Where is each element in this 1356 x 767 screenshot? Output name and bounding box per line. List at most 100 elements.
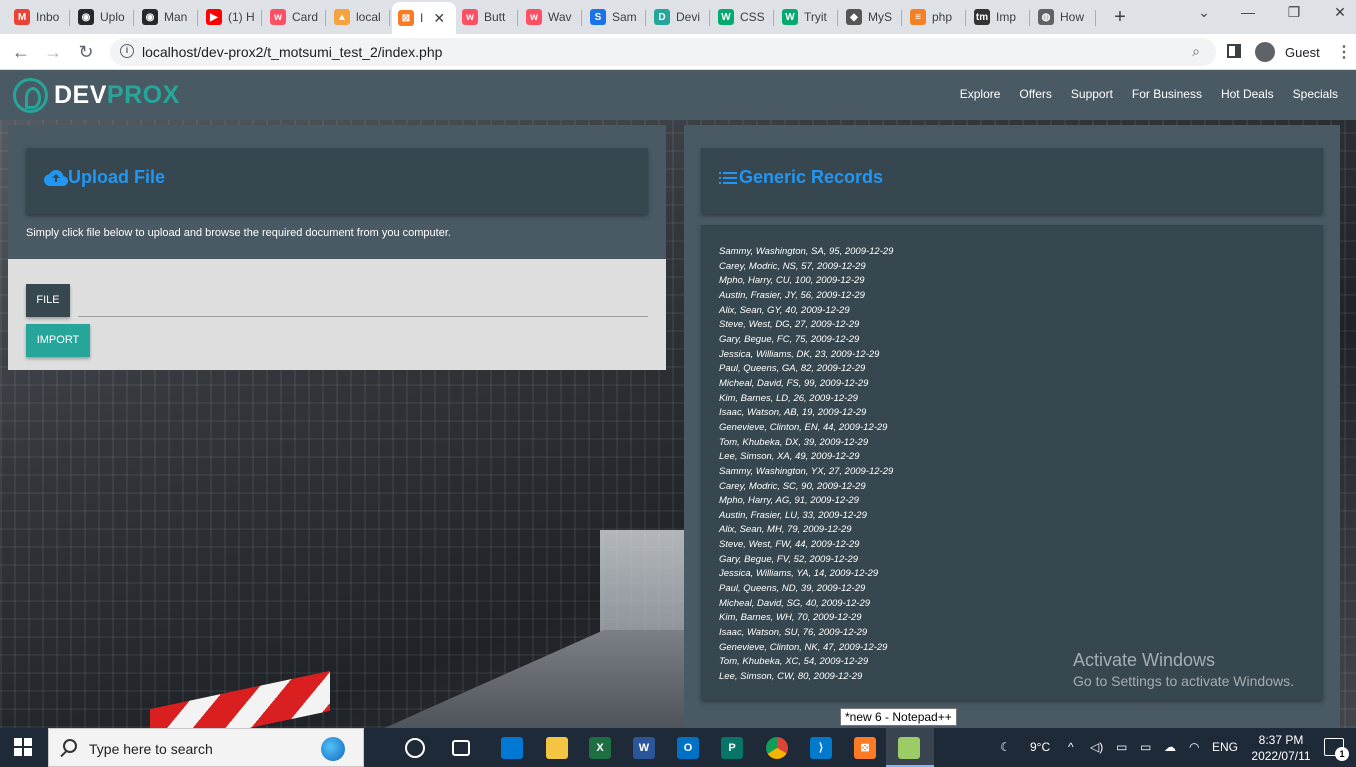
search-placeholder: Type here to search xyxy=(89,741,213,757)
camera-icon[interactable]: ▭ xyxy=(1116,740,1127,754)
browser-tab[interactable]: M Inbo xyxy=(8,2,70,32)
list-icon xyxy=(719,171,737,184)
browser-tab[interactable]: ≡ php xyxy=(904,2,966,32)
record-item: Sammy, Washington, SA, 95, 2009-12-29 xyxy=(719,246,894,257)
browser-tab[interactable]: tm Imp xyxy=(968,2,1030,32)
menu-explore[interactable]: Explore xyxy=(960,87,1001,101)
records-title: Generic Records xyxy=(739,167,884,187)
notification-count: 1 xyxy=(1335,747,1349,761)
search-highlight-icon[interactable] xyxy=(321,737,345,761)
browser-tab[interactable]: ◆ MyS xyxy=(840,2,902,32)
taskbar-tooltip: *new 6 - Notepad++ xyxy=(840,708,957,726)
tab-separator xyxy=(645,10,646,26)
language-indicator[interactable]: ENG xyxy=(1212,740,1238,754)
browser-tab[interactable]: W Tryit xyxy=(776,2,838,32)
tab-label: I xyxy=(420,11,424,25)
notepad-plus-plus-taskbar[interactable] xyxy=(886,728,934,767)
browser-tab[interactable]: ◉ Uplo xyxy=(72,2,134,32)
browser-tab[interactable]: w Card xyxy=(264,2,326,32)
record-item: Isaac, Watson, AB, 19, 2009-12-29 xyxy=(719,407,867,419)
profile-button[interactable]: Guest xyxy=(1252,39,1326,65)
volume-icon[interactable]: ◁) xyxy=(1090,740,1103,754)
menu-for-business[interactable]: For Business xyxy=(1132,87,1202,101)
site-info-icon[interactable]: i xyxy=(120,44,134,58)
file-path-input[interactable] xyxy=(78,316,648,317)
stackoverflow-icon: ≡ xyxy=(910,9,926,25)
new-tab-button[interactable]: + xyxy=(1110,6,1130,29)
records-list-box: Sammy, Washington, SA, 95, 2009-12-29 Car… xyxy=(701,225,1323,700)
side-panel-icon[interactable] xyxy=(1227,44,1241,58)
file-explorer-icon[interactable] xyxy=(546,737,568,759)
browser-tab[interactable]: D Devi xyxy=(648,2,710,32)
tab-search-icon[interactable]: ⌄ xyxy=(1182,4,1226,21)
file-button[interactable]: FILE xyxy=(26,284,70,317)
battery-icon[interactable]: ▭ xyxy=(1140,740,1151,754)
word-icon[interactable]: W xyxy=(633,737,655,759)
chrome-icon[interactable] xyxy=(766,737,788,759)
s-icon: S xyxy=(590,9,606,25)
browser-tab[interactable]: ▶ (1) H xyxy=(200,2,262,32)
upload-card-header: Upload File xyxy=(26,148,648,214)
menu-specials[interactable]: Specials xyxy=(1293,87,1338,101)
project-icon[interactable]: P xyxy=(721,737,743,759)
site-navbar: DEVPROX Explore Offers Support For Busin… xyxy=(0,70,1356,120)
zoom-icon[interactable]: ⌕ xyxy=(1192,43,1200,60)
taskbar-search[interactable]: Type here to search xyxy=(48,728,364,767)
news-icon[interactable] xyxy=(501,737,523,759)
temperature[interactable]: 9°C xyxy=(1030,740,1050,754)
wifi-icon[interactable]: ◠ xyxy=(1189,740,1199,754)
clock-time: 8:37 PM xyxy=(1258,733,1304,747)
browser-tab[interactable]: ⊠ I ✕ xyxy=(392,2,456,34)
browser-tab[interactable]: ◍ How xyxy=(1032,2,1096,32)
record-item: Mpho, Harry, AG, 91, 2009-12-29 xyxy=(719,495,859,507)
site-logo[interactable]: DEVPROX xyxy=(13,78,180,113)
record-item: Micheal, David, FS, 99, 2009-12-29 xyxy=(719,377,869,389)
restore-button[interactable]: ❐ xyxy=(1272,4,1316,21)
cortana-icon[interactable] xyxy=(405,738,425,758)
task-view-icon[interactable] xyxy=(452,740,470,756)
forward-icon[interactable]: → xyxy=(41,40,65,64)
browser-tab[interactable]: w Wav xyxy=(520,2,582,32)
menu-offers[interactable]: Offers xyxy=(1019,87,1051,101)
main-menu: Explore Offers Support For Business Hot … xyxy=(941,87,1338,101)
menu-hot-deals[interactable]: Hot Deals xyxy=(1221,87,1274,101)
xampp-icon[interactable]: ⊠ xyxy=(854,737,876,759)
reload-icon[interactable]: ↻ xyxy=(74,40,98,64)
menu-support[interactable]: Support xyxy=(1071,87,1113,101)
tab-label: How xyxy=(1060,10,1085,24)
record-item: Jessica, Williams, DK, 23, 2009-12-29 xyxy=(719,348,880,360)
excel-icon[interactable]: X xyxy=(589,737,611,759)
browser-tab[interactable]: w Butt xyxy=(456,2,518,32)
browser-toolbar: ← → ↻ i localhost/dev-prox2/t_motsumi_te… xyxy=(0,34,1356,70)
tm-icon: tm xyxy=(974,9,990,25)
network-error-icon[interactable]: ☁ xyxy=(1164,740,1176,754)
record-item: Lee, Simson, CW, 80, 2009-12-29 xyxy=(719,671,863,683)
browser-tab[interactable]: ▲ local xyxy=(328,2,390,32)
record-item: Austin, Frasier, JY, 56, 2009-12-29 xyxy=(719,289,865,301)
tab-separator xyxy=(1095,10,1096,26)
close-window-button[interactable]: ✕ xyxy=(1318,4,1356,21)
upload-form-area xyxy=(8,259,666,370)
phpmyadmin-icon: ▲ xyxy=(334,9,350,25)
w3schools-icon: W xyxy=(718,9,734,25)
close-tab-icon[interactable]: ✕ xyxy=(433,10,445,27)
minimize-button[interactable]: — xyxy=(1226,4,1270,20)
vscode-icon[interactable]: ⟩ xyxy=(810,737,832,759)
record-item: Mpho, Harry, CU, 100, 2009-12-29 xyxy=(719,275,865,287)
browser-tab[interactable]: W CSS xyxy=(712,2,774,32)
browser-tab[interactable]: S Sam xyxy=(584,2,646,32)
browser-menu-icon[interactable]: ⋮ xyxy=(1336,42,1352,62)
weather-icon[interactable]: ☾ xyxy=(1000,740,1011,754)
start-button[interactable] xyxy=(14,738,32,756)
tab-separator xyxy=(965,10,966,26)
notification-center-icon[interactable]: 1 xyxy=(1324,738,1349,761)
record-item: Micheal, David, SG, 40, 2009-12-29 xyxy=(719,597,871,609)
url-text[interactable]: localhost/dev-prox2/t_motsumi_test_2/ind… xyxy=(142,44,442,60)
back-icon[interactable]: ← xyxy=(9,40,33,64)
outlook-icon[interactable]: O xyxy=(677,737,699,759)
browser-tab[interactable]: ◉ Man xyxy=(136,2,198,32)
tray-expand-icon[interactable]: ^ xyxy=(1068,740,1074,754)
taskbar-clock[interactable]: 8:37 PM 2022/07/11 xyxy=(1246,732,1316,764)
import-button[interactable]: IMPORT xyxy=(26,324,90,357)
address-bar[interactable]: i localhost/dev-prox2/t_motsumi_test_2/i… xyxy=(110,38,1216,66)
